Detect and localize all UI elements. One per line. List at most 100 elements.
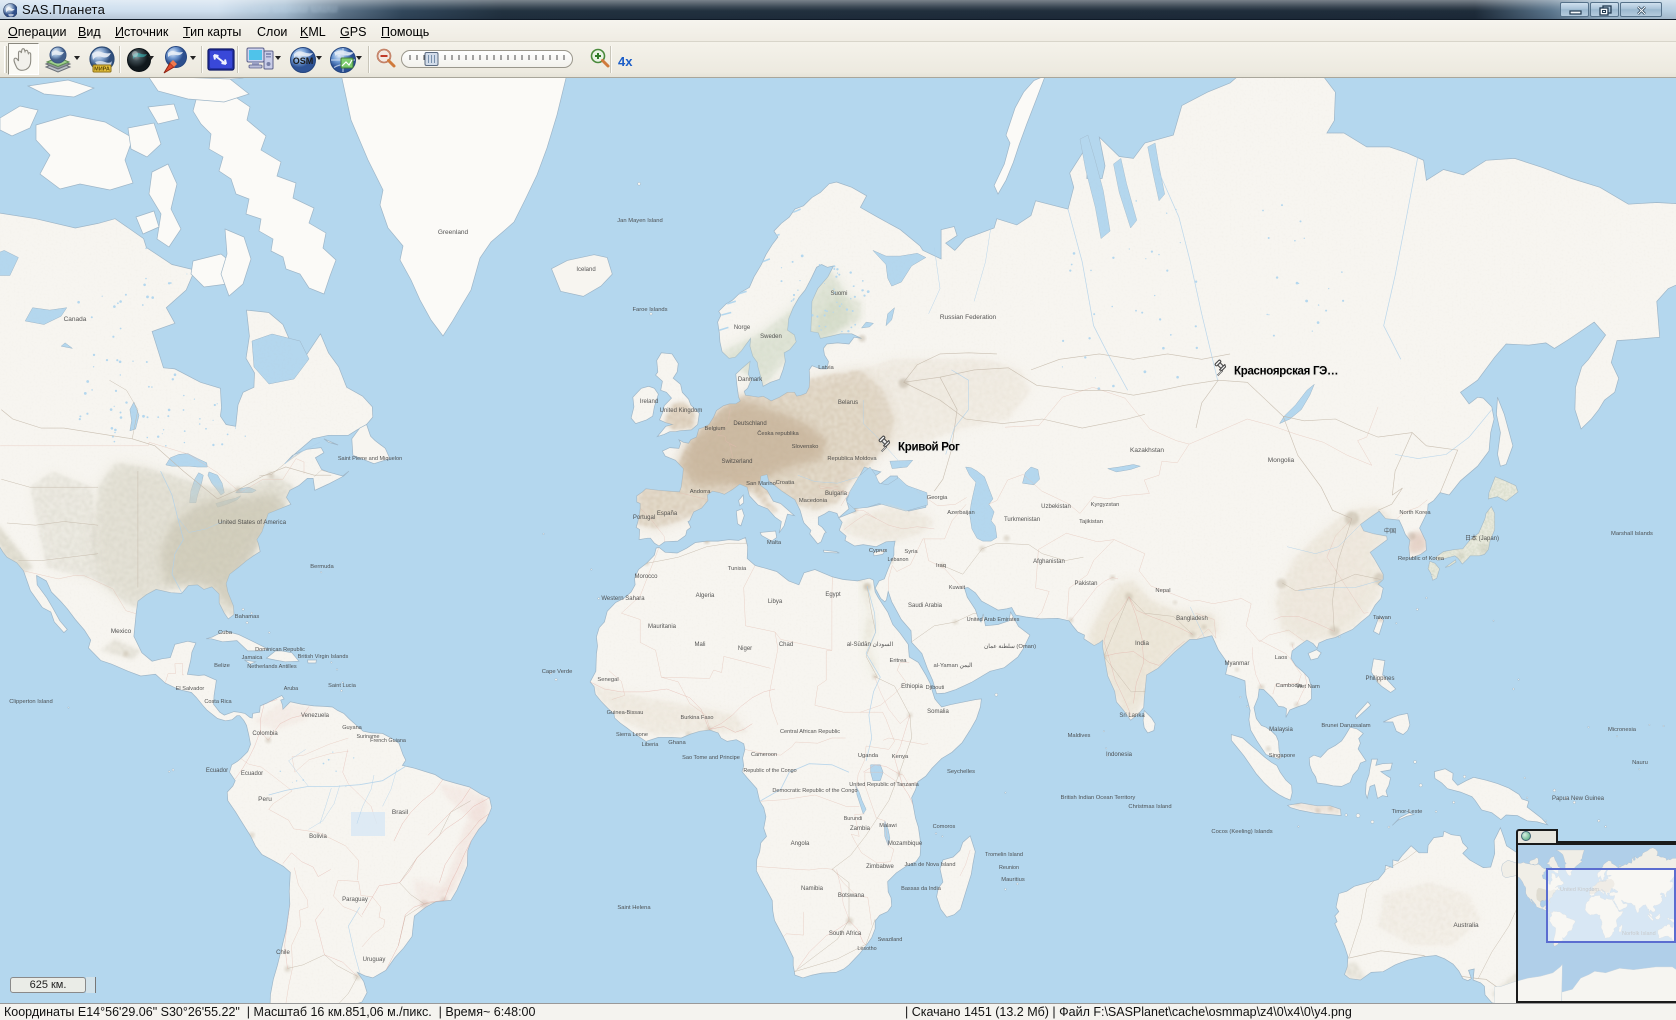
svg-text:Bolivia: Bolivia (309, 834, 327, 840)
svg-text:al-Yaman اليمن: al-Yaman اليمن (934, 662, 973, 669)
svg-text:Sao Tome and Principe: Sao Tome and Principe (682, 755, 740, 761)
svg-text:North Korea: North Korea (1399, 510, 1431, 516)
svg-text:Seychelles: Seychelles (947, 769, 975, 775)
svg-text:India: India (1135, 640, 1149, 647)
svg-text:United Arab Emirates: United Arab Emirates (967, 617, 1020, 623)
svg-text:Sweden: Sweden (760, 334, 782, 340)
svg-text:Saudi Arabia: Saudi Arabia (908, 603, 943, 609)
svg-text:Iraq: Iraq (936, 563, 946, 569)
svg-text:Croatia: Croatia (776, 480, 795, 486)
svg-text:Uruguay: Uruguay (363, 957, 386, 963)
svg-text:Красноярская ГЭ…: Красноярская ГЭ… (1234, 366, 1338, 378)
svg-text:Dominican Republic: Dominican Republic (255, 647, 305, 653)
svg-text:Macedonia: Macedonia (799, 498, 828, 504)
svg-text:Saint Lucia: Saint Lucia (328, 683, 357, 689)
svg-text:Morocco: Morocco (634, 574, 658, 580)
svg-text:Niger: Niger (738, 646, 752, 652)
svg-text:United Republic of Tanzania: United Republic of Tanzania (849, 782, 919, 788)
svg-text:Mexico: Mexico (111, 628, 132, 635)
svg-text:Western Sahara: Western Sahara (601, 596, 645, 602)
svg-text:Mali: Mali (694, 642, 705, 648)
svg-text:San Marino: San Marino (746, 481, 776, 487)
svg-text:Laos: Laos (1275, 655, 1288, 661)
svg-text:Malta: Malta (767, 540, 782, 546)
svg-text:Costa Rica: Costa Rica (204, 699, 232, 705)
svg-text:Aruba: Aruba (284, 686, 298, 692)
svg-text:Syria: Syria (904, 549, 918, 555)
svg-text:Ecuador: Ecuador (206, 768, 228, 774)
svg-text:Kenya: Kenya (892, 754, 909, 760)
svg-text:Cyprus: Cyprus (869, 548, 887, 554)
svg-text:Chile: Chile (276, 950, 290, 956)
svg-text:Кривой Рог: Кривой Рог (898, 442, 960, 454)
svg-text:Democratic Republic of the Con: Democratic Republic of the Congo (772, 788, 857, 794)
svg-text:Suomi: Suomi (830, 291, 847, 297)
svg-text:Slovensko: Slovensko (792, 444, 819, 450)
svg-text:Swaziland: Swaziland (878, 937, 903, 943)
svg-text:Nepal: Nepal (1155, 588, 1170, 594)
svg-text:Clipperton Island: Clipperton Island (9, 699, 53, 705)
svg-text:Maldives: Maldives (1068, 733, 1091, 739)
svg-text:Kuwait: Kuwait (949, 585, 966, 591)
svg-text:Ethiopia: Ethiopia (901, 684, 923, 690)
svg-text:Greenland: Greenland (438, 229, 469, 236)
svg-text:Lesotho: Lesotho (857, 946, 876, 952)
svg-text:Colombia: Colombia (252, 731, 278, 737)
svg-text:Sri Lanka: Sri Lanka (1119, 713, 1145, 719)
svg-text:British Indian Ocean Territory: British Indian Ocean Territory (1061, 795, 1136, 801)
svg-text:Jan Mayen Island: Jan Mayen Island (617, 218, 662, 224)
svg-text:Iceland: Iceland (576, 267, 595, 273)
svg-text:Central African Republic: Central African Republic (780, 729, 840, 735)
svg-text:Botswana: Botswana (838, 893, 865, 899)
svg-text:Georgia: Georgia (927, 495, 948, 501)
svg-text:Taiwan: Taiwan (1373, 615, 1391, 621)
svg-text:United States of America: United States of America (218, 519, 287, 526)
svg-text:Ecuador: Ecuador (241, 771, 263, 777)
svg-text:Guinea-Bissau: Guinea-Bissau (607, 710, 644, 716)
svg-text:Libya: Libya (768, 599, 783, 605)
svg-text:Australia: Australia (1453, 922, 1479, 929)
svg-text:Christmas Island: Christmas Island (1128, 804, 1171, 810)
svg-text:Ireland: Ireland (640, 399, 658, 405)
svg-text:Philippines: Philippines (1365, 676, 1394, 682)
svg-text:Chad: Chad (779, 642, 793, 648)
svg-text:Micronesia: Micronesia (1608, 727, 1637, 733)
svg-text:Jamaica: Jamaica (242, 655, 264, 661)
svg-text:Sierra Leone: Sierra Leone (616, 732, 648, 738)
svg-text:Mozambique: Mozambique (888, 841, 923, 847)
svg-text:al-Sūdān السودان: al-Sūdān السودان (847, 641, 894, 648)
svg-text:OSM: OSM (293, 56, 314, 66)
svg-text:Zimbabwe: Zimbabwe (866, 864, 894, 870)
svg-text:United Kingdom: United Kingdom (660, 408, 703, 414)
svg-text:Belize: Belize (214, 663, 230, 669)
svg-text:Malawi: Malawi (879, 823, 896, 829)
svg-text:Namibia: Namibia (801, 886, 824, 892)
svg-text:Belarus: Belarus (838, 400, 858, 406)
svg-text:中国: 中国 (1384, 527, 1396, 535)
svg-text:Uganda: Uganda (858, 753, 879, 759)
svg-text:Brasil: Brasil (392, 809, 409, 816)
svg-text:España: España (657, 511, 678, 517)
svg-text:日本 (Japan): 日本 (Japan) (1465, 534, 1499, 542)
svg-text:Faroe Islands: Faroe Islands (632, 307, 667, 313)
svg-text:Burundi: Burundi (844, 816, 863, 822)
svg-text:Somalia: Somalia (927, 709, 949, 715)
svg-text:Republic of Korea: Republic of Korea (1398, 556, 1445, 562)
svg-text:Česka republika: Česka republika (757, 430, 799, 437)
svg-text:Saint Helena: Saint Helena (617, 905, 651, 911)
svg-text:Brunei Darussalam: Brunei Darussalam (1321, 723, 1370, 729)
svg-text:Zambia: Zambia (850, 826, 871, 832)
svg-text:Indonesia: Indonesia (1106, 752, 1133, 758)
svg-text:Eritrea: Eritrea (889, 658, 907, 664)
svg-text:Netherlands Antilles: Netherlands Antilles (247, 664, 297, 670)
svg-text:Mauritania: Mauritania (648, 624, 677, 630)
svg-text:Switzerland: Switzerland (721, 459, 752, 465)
svg-text:Pakistan: Pakistan (1074, 581, 1097, 587)
svg-text:Lebanon: Lebanon (888, 557, 909, 563)
svg-text:French Guiana: French Guiana (370, 738, 406, 744)
svg-text:South Africa: South Africa (829, 931, 862, 937)
svg-text:El Salvador: El Salvador (176, 686, 205, 692)
svg-text:Paraguay: Paraguay (342, 897, 368, 903)
svg-text:Canada: Canada (64, 316, 87, 323)
svg-text:Liberia: Liberia (642, 742, 660, 748)
